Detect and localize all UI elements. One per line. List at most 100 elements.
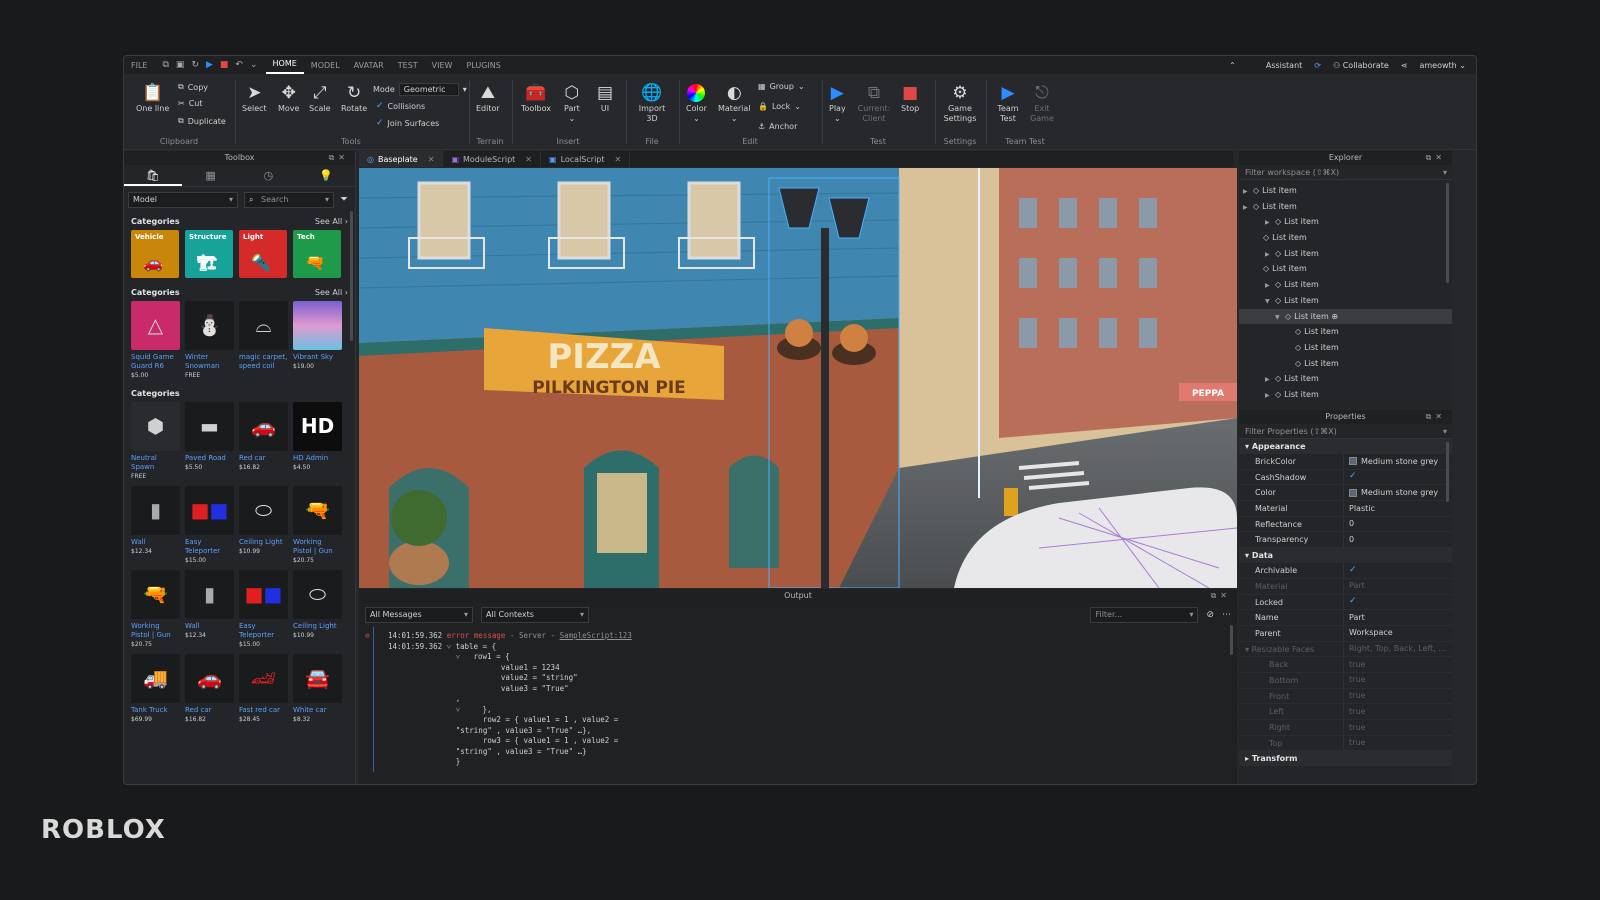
collapse-ribbon-icon[interactable]: ⌃ (1229, 61, 1236, 70)
toolbox-scrollbar[interactable] (350, 211, 353, 341)
property-row[interactable]: Color Medium stone grey (1239, 485, 1452, 502)
asset-card[interactable]: 🏎 Fast red car $28.45 (239, 654, 288, 738)
stop-icon[interactable]: ■ (220, 60, 229, 70)
see-all-link[interactable]: See All › (315, 217, 348, 226)
save-icon[interactable]: ▣ (176, 60, 185, 70)
tree-item[interactable]: ▶ ◇ List item (1239, 387, 1452, 403)
tree-item[interactable]: ▶ ◇ List item (1239, 277, 1452, 293)
move-tool[interactable]: ✥ Move (278, 82, 299, 114)
cut-button[interactable]: ✂ Cut (178, 99, 203, 108)
chevron-right-icon[interactable]: ▶ (1243, 184, 1253, 200)
close-icon[interactable]: ✕ (615, 155, 622, 164)
tree-item[interactable]: ▶ ◇ List item (1239, 246, 1452, 262)
property-row[interactable]: Transparency 0 (1239, 532, 1452, 549)
close-icon[interactable]: ✕ (338, 153, 349, 162)
chevron-right-icon[interactable]: ▶ (1265, 215, 1275, 231)
tab-home[interactable]: HOME (265, 56, 304, 74)
exit-game-button[interactable]: ⎋ Exit Game (1027, 82, 1057, 124)
chevron-right-icon[interactable]: ▶ (1265, 372, 1275, 388)
checkbox-checked-icon[interactable]: ✓ (1349, 469, 1357, 485)
asset-card[interactable]: ▮ Wall $12.34 (131, 486, 180, 570)
join-surfaces-toggle[interactable]: ✓ Join Surfaces (376, 118, 439, 128)
property-row[interactable]: Name Part (1239, 610, 1452, 626)
transform-section[interactable]: ▸ Transform (1239, 751, 1452, 767)
terrain-editor-button[interactable]: ⛰ Editor (476, 82, 500, 114)
asset-card[interactable]: 🚗 Red car $16.82 (239, 402, 288, 486)
asset-card[interactable]: HD HD Admin $4.50 (293, 402, 342, 486)
collaborate-button[interactable]: ⚇ Collaborate (1333, 61, 1389, 70)
property-value[interactable]: Medium stone grey (1344, 454, 1438, 469)
asset-card[interactable]: 🔫 Working Pistol | Gun $20.75 (293, 486, 342, 570)
more-options-icon[interactable]: ⋯ (1222, 610, 1231, 620)
part-button[interactable]: ⬡ Part ⌄ (564, 82, 580, 124)
ui-button[interactable]: ▤ UI (597, 82, 613, 114)
chevron-right-icon[interactable]: ▶ (1265, 388, 1275, 404)
category-vehicle[interactable]: Vehicle 🚗 (131, 230, 179, 278)
tree-item[interactable]: ◇ List item (1239, 356, 1452, 372)
asset-card[interactable]: ⌓ magic carpet, speed coil (239, 301, 288, 385)
property-value[interactable]: Part (1344, 610, 1365, 625)
asset-card[interactable]: ■ ■ Easy Teleporter $15.00 (185, 486, 234, 570)
contexts-filter-select[interactable]: All Contexts (481, 607, 589, 623)
toolbox-button[interactable]: 🧰 Toolbox (521, 82, 551, 114)
chevron-down-icon[interactable]: ▼ (1275, 310, 1285, 326)
tab-model[interactable]: MODEL (304, 61, 347, 70)
tab-marketplace[interactable]: 🛍 (124, 165, 182, 186)
one-line-button[interactable]: 📋 One line (136, 82, 169, 114)
material-button[interactable]: ◐ Material ⌄ (718, 82, 751, 124)
property-row[interactable]: CashShadow ✓ (1239, 469, 1452, 486)
detach-icon[interactable]: ⧉ (329, 153, 339, 162)
property-row[interactable]: Reflectance 0 (1239, 516, 1452, 533)
explorer-scrollbar[interactable] (1446, 183, 1449, 283)
chevron-right-icon[interactable]: ▶ (1265, 278, 1275, 294)
data-section[interactable]: ▾ Data (1239, 548, 1452, 564)
property-value[interactable]: ✓ (1344, 470, 1357, 485)
share-icon[interactable]: ⋖ (1401, 61, 1408, 70)
tree-item-selected[interactable]: ▼ ◇ List item ⊕ (1239, 308, 1452, 326)
asset-card[interactable]: ■ ■ Easy Teleporter $15.00 (239, 570, 288, 654)
tree-item[interactable]: ▶ ◇ List item (1239, 371, 1452, 387)
close-icon[interactable]: ✕ (1220, 591, 1231, 600)
category-tech[interactable]: Tech 🔫 (293, 230, 341, 278)
lock-button[interactable]: 🔒 Lock ⌄ (758, 102, 801, 111)
chevron-down-icon[interactable]: ▼ (1265, 294, 1275, 310)
checkbox-checked-icon[interactable]: ✓ (1349, 563, 1357, 579)
property-value[interactable]: ✓ (1344, 595, 1357, 610)
asset-card[interactable]: ⛄ Winter Snowman FREE (185, 301, 234, 385)
property-row[interactable]: Parent Workspace (1239, 625, 1452, 642)
tree-item[interactable]: ◇ List item (1239, 261, 1452, 277)
property-row[interactable]: Material Plastic (1239, 501, 1452, 517)
collisions-toggle[interactable]: ✓ Collisions (376, 101, 425, 111)
3d-viewport[interactable]: PIZZA PILKINGTON PIE PEPPA (359, 168, 1237, 588)
copy-icon[interactable]: ⧉ (162, 60, 168, 70)
tab-test[interactable]: TEST (391, 61, 425, 70)
asset-card[interactable]: ▮ Wall $12.34 (185, 570, 234, 654)
group-button[interactable]: ▦ Group ⌄ (758, 82, 805, 91)
asset-card[interactable]: 🚘 White car $8.32 (293, 654, 342, 738)
chevron-down-icon[interactable]: ⌄ (250, 60, 258, 70)
mode-select[interactable]: Geometric (398, 83, 459, 96)
file-menu[interactable]: FILE (124, 61, 154, 70)
property-value[interactable]: Plastic (1344, 501, 1375, 516)
import-3d-button[interactable]: 🌐 Import 3D (637, 82, 667, 124)
anchor-button[interactable]: ⚓ Anchor (758, 122, 797, 131)
game-settings-button[interactable]: ⚙ Game Settings (944, 82, 977, 124)
color-button[interactable]: Color ⌄ (686, 82, 707, 124)
asset-card[interactable]: ⬢ Neutral Spawn FREE (131, 402, 180, 486)
script-link[interactable]: SampleScript:123 (560, 631, 632, 640)
property-row[interactable]: Archivable ✓ (1239, 563, 1452, 579)
properties-scrollbar[interactable] (1446, 442, 1449, 502)
tree-item[interactable]: ▶ ◇ List item (1239, 214, 1452, 230)
search-input[interactable]: ⌕ Search (244, 192, 334, 208)
rotate-tool[interactable]: ↻ Rotate (341, 82, 367, 114)
close-icon[interactable]: ✕ (1435, 412, 1446, 421)
tab-inventory[interactable]: ▦ (182, 165, 240, 186)
explorer-filter-input[interactable]: Filter workspace (⇧⌘X) (1239, 165, 1452, 180)
appearance-section[interactable]: ▾ Appearance (1239, 439, 1452, 454)
property-row[interactable]: BrickColor Medium stone grey (1239, 454, 1452, 470)
asset-card[interactable]: ▬ Paved Road $5.50 (185, 402, 234, 486)
messages-filter-select[interactable]: All Messages (365, 607, 473, 623)
asset-card[interactable]: ⬭ Ceiling Light $10.99 (239, 486, 288, 570)
scale-tool[interactable]: ⤢ Scale (309, 82, 331, 114)
tab-avatar[interactable]: AVATAR (347, 61, 391, 70)
